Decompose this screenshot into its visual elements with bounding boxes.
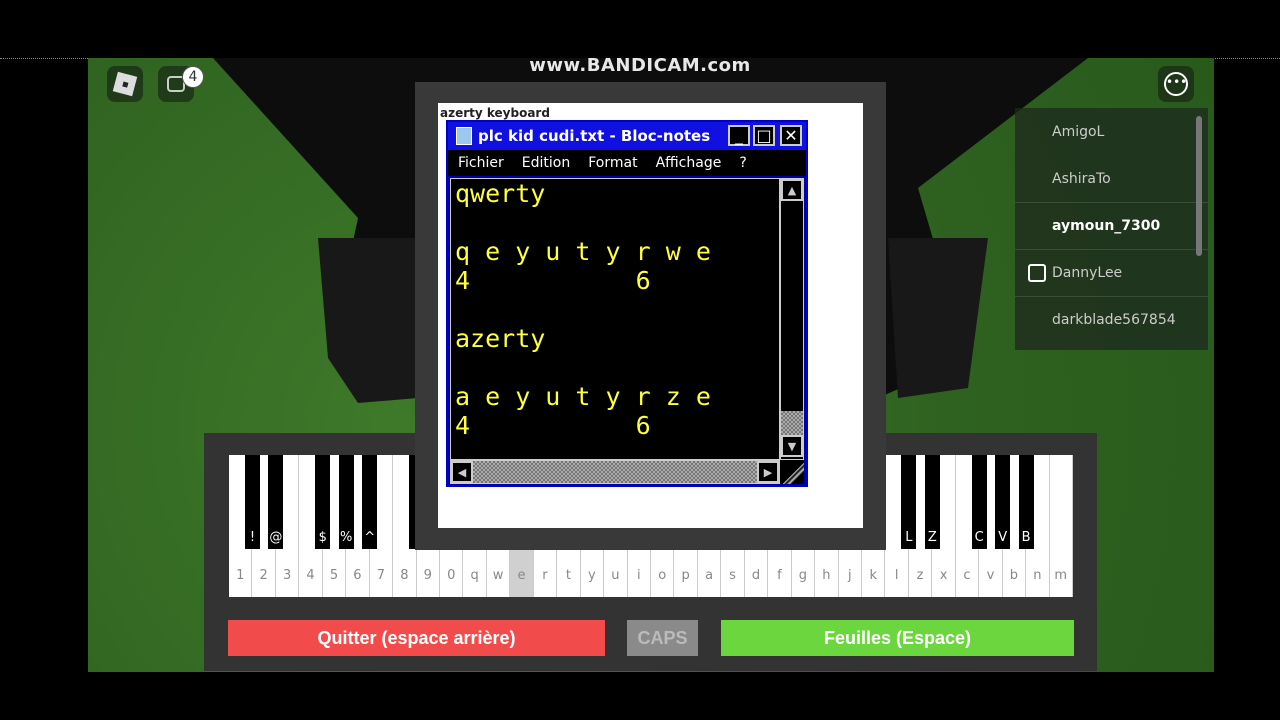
notepad-title: plc kid cudi.txt - Bloc-notes xyxy=(478,127,711,145)
black-key[interactable]: ! xyxy=(244,455,260,549)
scroll-thumb[interactable] xyxy=(781,411,803,435)
player-list-scrollbar[interactable] xyxy=(1196,116,1202,256)
menu-fichier[interactable]: Fichier xyxy=(458,155,504,171)
minimize-button[interactable]: _ xyxy=(728,125,750,146)
resize-grip-icon[interactable] xyxy=(780,460,804,484)
notepad-window: plc kid cudi.txt - Bloc-notes _ □ ✕ Fich… xyxy=(446,120,808,487)
menu-format[interactable]: Format xyxy=(588,155,637,171)
scroll-up-arrow-icon[interactable]: ▲ xyxy=(781,179,803,201)
notepad-icon xyxy=(456,127,472,145)
black-key[interactable]: B xyxy=(1018,455,1034,549)
notepad-text-area[interactable]: qwerty q e y u t y r w e 4 6 azerty a e … xyxy=(450,178,780,460)
scroll-down-arrow-icon[interactable]: ▼ xyxy=(781,435,803,457)
close-button[interactable]: ✕ xyxy=(780,125,802,146)
player-name: DannyLee xyxy=(1052,265,1123,281)
scroll-right-arrow-icon[interactable]: ▶ xyxy=(757,461,779,483)
sheet-title: azerty keyboard xyxy=(440,106,550,120)
player-name: darkblade567854 xyxy=(1052,312,1176,328)
player-item[interactable]: AmigoL xyxy=(1015,108,1208,155)
vertical-scrollbar[interactable]: ▲ ▼ xyxy=(780,178,804,460)
player-item[interactable]: DannyLee xyxy=(1015,249,1208,296)
scroll-left-arrow-icon[interactable]: ◀ xyxy=(451,461,473,483)
black-key[interactable]: C xyxy=(971,455,987,549)
menu-edition[interactable]: Edition xyxy=(522,155,570,171)
black-key[interactable]: @ xyxy=(268,455,284,549)
menu-help[interactable]: ? xyxy=(739,155,746,171)
roblox-menu-button[interactable] xyxy=(107,66,143,102)
black-key[interactable]: V xyxy=(995,455,1011,549)
menu-affichage[interactable]: Affichage xyxy=(656,155,722,171)
sheets-button[interactable]: Feuilles (Espace) xyxy=(721,620,1074,656)
quit-button[interactable]: Quitter (espace arrière) xyxy=(228,620,605,656)
maximize-button[interactable]: □ xyxy=(753,125,775,146)
ellipsis-icon: ••• xyxy=(1164,72,1188,96)
black-key[interactable]: $ xyxy=(315,455,331,549)
caps-button[interactable]: CAPS xyxy=(627,620,698,656)
player-item-current[interactable]: aymoun_7300 xyxy=(1015,202,1208,249)
white-key[interactable]: m xyxy=(1049,455,1073,597)
chat-unread-badge: 4 xyxy=(182,66,204,88)
black-key[interactable]: Z xyxy=(924,455,940,549)
black-key[interactable]: % xyxy=(338,455,354,549)
notepad-titlebar[interactable]: plc kid cudi.txt - Bloc-notes _ □ ✕ xyxy=(448,122,806,150)
black-key[interactable]: L xyxy=(901,455,917,549)
horizontal-scrollbar[interactable]: ◀ ▶ xyxy=(450,460,780,484)
player-list: AmigoL AshiraTo aymoun_7300 DannyLee dar… xyxy=(1015,108,1208,350)
black-key[interactable]: ^ xyxy=(362,455,378,549)
player-name: aymoun_7300 xyxy=(1052,218,1161,234)
player-name: AshiraTo xyxy=(1052,170,1111,187)
roblox-logo-icon xyxy=(112,71,138,97)
player-item[interactable]: darkblade567854 xyxy=(1015,296,1208,343)
player-name: AmigoL xyxy=(1052,123,1105,140)
player-item[interactable]: AshiraTo xyxy=(1015,155,1208,202)
more-menu-button[interactable]: ••• xyxy=(1158,66,1194,102)
premium-icon xyxy=(1028,264,1046,282)
notepad-menubar: Fichier Edition Format Affichage ? xyxy=(448,150,806,176)
